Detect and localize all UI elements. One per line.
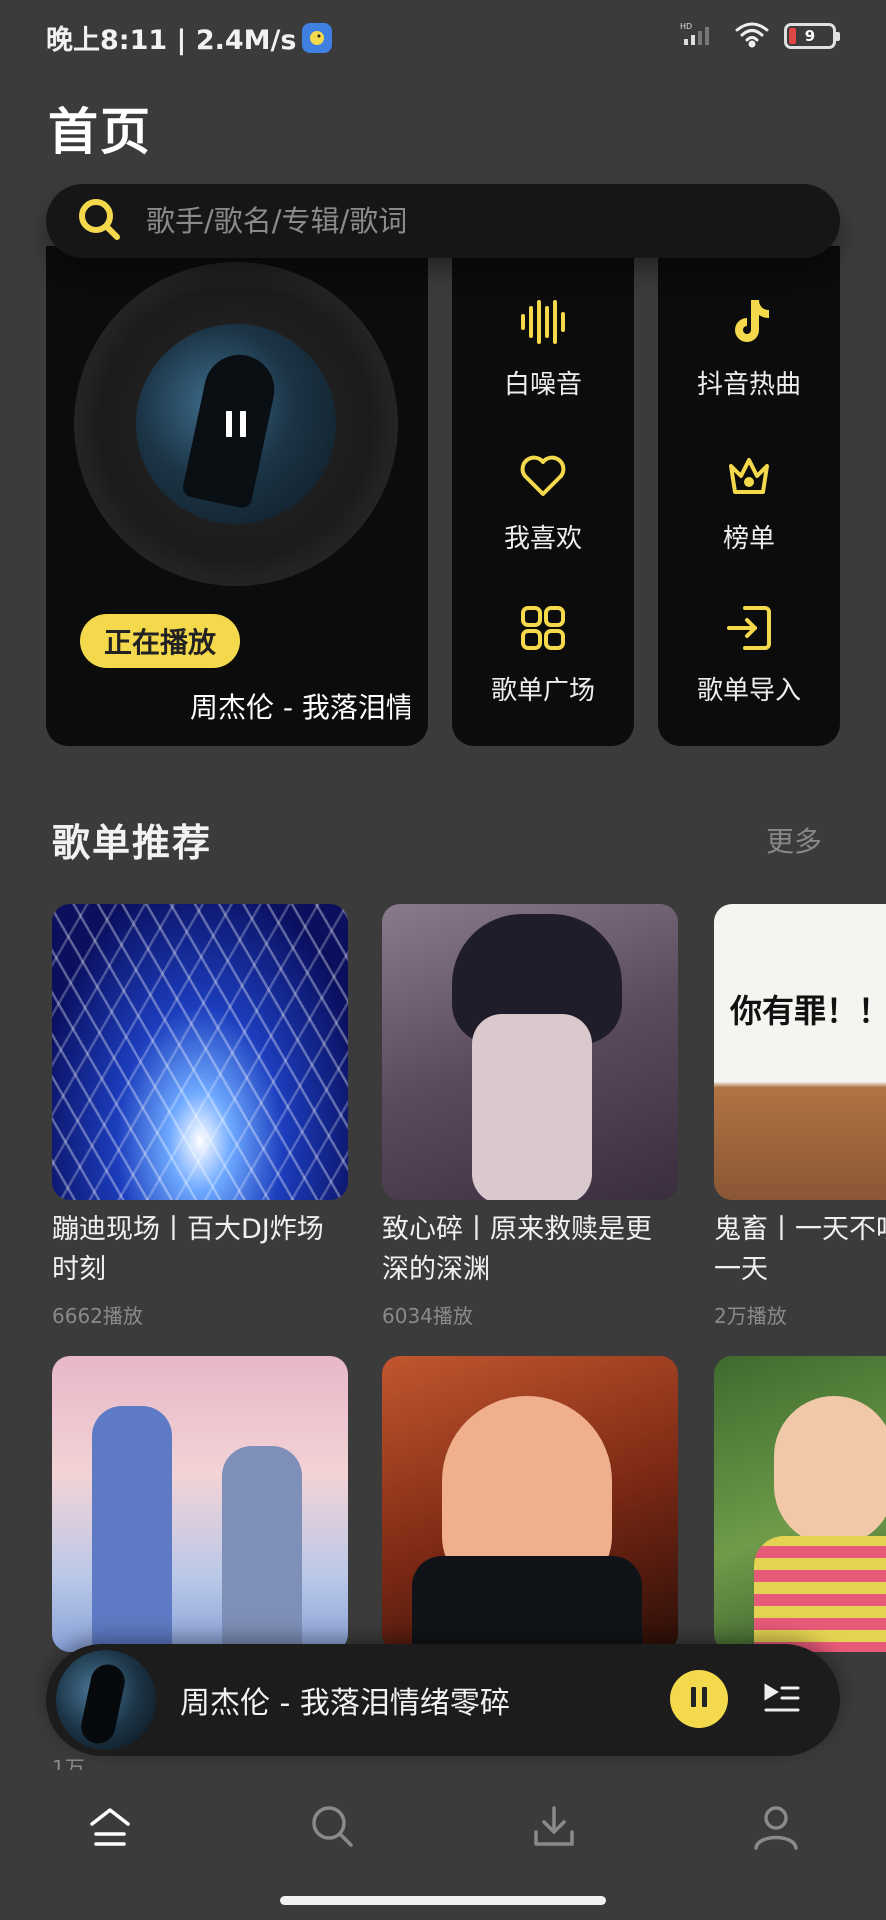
soundwave-icon	[517, 296, 569, 352]
quick-item-label: 白噪音	[503, 370, 582, 400]
album-art	[136, 324, 336, 524]
status-left: 晚上8:11 | 2.4M/s	[46, 18, 333, 57]
home-page: 晚上8:11 | 2.4M/s HD 9 首页 歌手/歌名/专辑/歌词 正在播放…	[0, 0, 886, 1920]
profile-icon	[752, 1802, 800, 1854]
playlist-cover[interactable]	[382, 1356, 678, 1652]
quick-item-favorites[interactable]: 我喜欢	[452, 450, 634, 555]
quick-item-label: 歌单广场	[490, 676, 595, 706]
quick-item-label: 抖音热曲	[696, 370, 801, 400]
home-icon	[86, 1802, 134, 1854]
search-icon	[308, 1802, 356, 1854]
playlist-cover[interactable]	[52, 904, 348, 1200]
quick-item-label: 榜单	[722, 524, 775, 554]
pause-icon[interactable]	[136, 324, 336, 524]
nav-download[interactable]	[524, 1798, 584, 1858]
bottom-nav	[0, 1770, 886, 1880]
playlist-name: 蹦迪现场丨百大DJ炸场时刻	[52, 1214, 324, 1285]
playlist-card[interactable]: 你有罪！！ 鬼畜丨一天不听了难受一天 2万播放	[714, 904, 886, 1329]
quick-item-label: 歌单导入	[696, 676, 801, 706]
playlist-cover[interactable]	[52, 1356, 348, 1652]
playlist-play-count: 6662播放	[52, 1304, 143, 1328]
search-input[interactable]	[146, 204, 766, 238]
playlist-play-count: 6034播放	[382, 1304, 473, 1328]
queue-icon	[760, 1683, 804, 1726]
signal-icon: HD	[680, 21, 720, 51]
home-indicator[interactable]	[280, 1896, 606, 1905]
battery-text: 9	[804, 27, 816, 45]
playlist-name: 致心碎丨原来救赎是更深的深渊	[382, 1214, 652, 1285]
section-title: 歌单推荐	[52, 821, 213, 865]
nav-profile[interactable]	[746, 1798, 806, 1858]
playlist-cover[interactable]: 你有罪！！	[714, 904, 886, 1200]
more-link[interactable]: 更多	[766, 820, 822, 860]
playlist-name: 鬼畜丨一天不听了难受一天	[714, 1214, 886, 1285]
mini-player-title: 周杰伦 - 我落泪情绪零碎	[180, 1686, 510, 1721]
svg-text:HD: HD	[680, 22, 692, 31]
pause-button[interactable]	[670, 1670, 728, 1728]
download-icon	[530, 1802, 578, 1854]
pause-icon	[688, 1685, 710, 1713]
crown-icon	[723, 450, 775, 506]
quick-item-white-noise[interactable]: 白噪音	[452, 296, 634, 401]
now-playing-badge: 正在播放	[80, 614, 241, 668]
now-playing-song: 周杰伦 - 我落泪情绪零碎	[190, 691, 410, 724]
playlist-queue-button[interactable]	[760, 1678, 804, 1722]
mini-player[interactable]: 周杰伦 - 我落泪情绪零碎	[46, 1644, 840, 1756]
quick-grid-card-left: 白噪音 我喜欢 歌单广场	[452, 246, 634, 746]
battery-icon: 9	[784, 23, 840, 49]
wifi-icon	[734, 20, 770, 52]
grid-icon	[517, 602, 569, 658]
nav-search[interactable]	[302, 1798, 362, 1858]
app-notification-icon	[302, 22, 333, 53]
search-bar[interactable]	[46, 184, 840, 258]
battery-level	[789, 28, 796, 44]
import-icon	[723, 602, 775, 658]
quick-grid-card-right: 抖音热曲 榜单 歌单导入	[658, 246, 840, 746]
cover-caption: 你有罪！！	[730, 992, 886, 1030]
playlist-play-count: 2万播放	[714, 1304, 787, 1328]
now-playing-card[interactable]: 正在播放 周杰伦 - 我落泪情绪零碎	[46, 246, 428, 746]
quick-item-douyin-hits[interactable]: 抖音热曲	[658, 296, 840, 401]
vinyl-record[interactable]	[78, 266, 394, 582]
playlist-cover[interactable]	[714, 1356, 886, 1652]
playlist-card[interactable]: 蹦迪现场丨百大DJ炸场时刻 6662播放	[52, 904, 348, 1329]
page-title: 首页	[48, 103, 152, 161]
heart-icon	[517, 450, 569, 506]
status-right: HD 9	[680, 20, 840, 52]
search-icon	[76, 196, 122, 246]
playlist-cover[interactable]	[382, 904, 678, 1200]
quick-item-playlist-square[interactable]: 歌单广场	[452, 602, 634, 707]
quick-item-charts[interactable]: 榜单	[658, 450, 840, 555]
tiktok-note-icon	[723, 296, 775, 352]
status-time: 晚上8:11 | 2.4M/s	[46, 25, 297, 56]
nav-home[interactable]	[80, 1798, 140, 1858]
quick-item-playlist-import[interactable]: 歌单导入	[658, 602, 840, 707]
quick-item-label: 我喜欢	[503, 524, 582, 554]
mini-player-album-art[interactable]	[56, 1650, 156, 1750]
status-bar: 晚上8:11 | 2.4M/s HD 9	[0, 0, 886, 70]
playlist-card[interactable]: 致心碎丨原来救赎是更深的深渊 6034播放	[382, 904, 678, 1329]
